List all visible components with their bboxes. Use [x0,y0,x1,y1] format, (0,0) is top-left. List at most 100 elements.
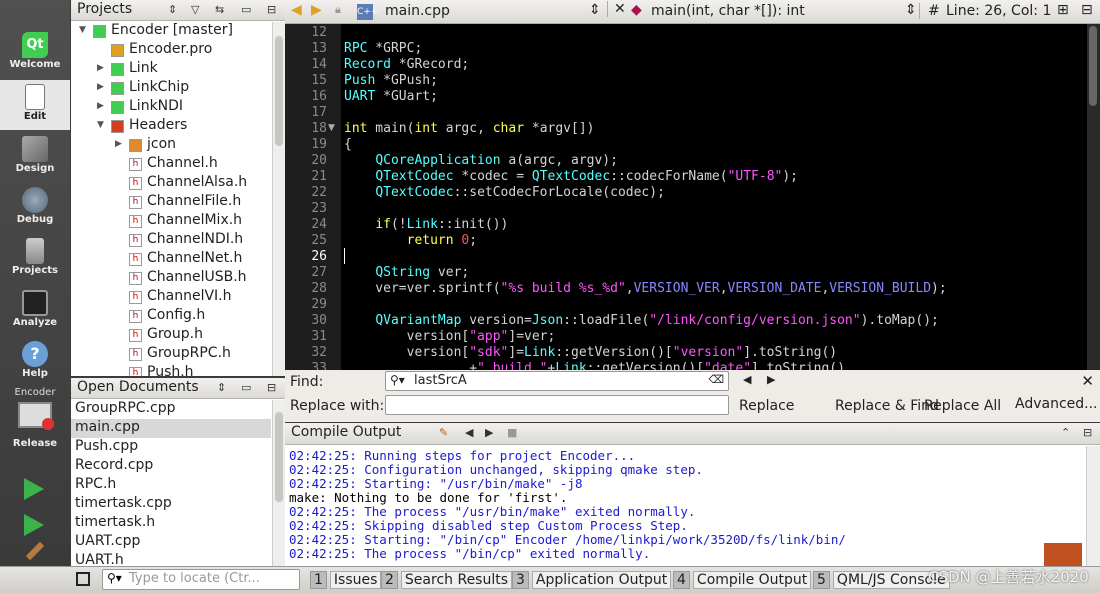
tree-item[interactable]: h GroupRPC.h [71,345,271,364]
split-icon[interactable]: ▭ [241,3,251,16]
compile-output-text[interactable]: 02:42:25: Running steps for project Enco… [285,446,1085,566]
tree-item[interactable]: h ChannelFile.h [71,193,271,212]
line-number: 19 [311,137,327,152]
editor-scrollbar[interactable] [1087,24,1100,370]
tab-issues[interactable]: 1 Issues [310,571,382,590]
close-document-icon[interactable]: ✕ [607,1,626,17]
mode-projects[interactable]: Projects [0,234,70,284]
collapsed-arrow-icon[interactable]: ▶ [97,82,104,92]
symbol-dropdown-icon[interactable]: ⇕ [905,2,917,18]
mode-edit[interactable]: Edit [0,80,70,130]
tree-item[interactable]: ▶ Link [71,60,271,79]
tab-compile-output[interactable]: 4 Compile Output [673,571,812,590]
toggle-sidebar-icon[interactable] [76,572,90,586]
mode-analyze[interactable]: Analyze [0,286,70,336]
open-document-item[interactable]: Record.cpp [71,457,271,476]
filter-icon[interactable]: ▽ [191,3,199,16]
view-selector-icon[interactable]: ⇕ [168,3,177,16]
tree-item[interactable]: Encoder.pro [71,41,271,60]
find-next-icon[interactable]: ▶ [767,373,775,386]
build-hammer-button[interactable] [25,541,45,561]
tree-item[interactable]: ▶ jcon [71,136,271,155]
debug-run-button[interactable] [24,514,44,536]
next-icon[interactable]: ▶ [485,426,493,439]
scrollbar-thumb[interactable] [275,36,283,146]
collapsed-arrow-icon[interactable]: ▶ [115,139,122,149]
back-icon[interactable]: ◀ [291,2,302,18]
run-button[interactable] [24,478,44,500]
open-document-item[interactable]: timertask.cpp [71,495,271,514]
collapsed-arrow-icon[interactable]: ▶ [97,101,104,111]
tree-item[interactable]: ▼ Encoder [master] [71,22,271,41]
editor-toolbar: ◀ ▶ 🔒︎ C++ main.cpp ⇕ ✕ ◆ main(int, char… [285,0,1100,24]
tree-item[interactable]: h Group.h [71,326,271,345]
close-icon[interactable]: ⊟ [1083,426,1092,439]
tree-item[interactable]: ▶ LinkNDI [71,98,271,117]
mode-debug[interactable]: Debug [0,183,70,233]
open-document-item[interactable]: RPC.h [71,476,271,495]
clean-icon[interactable]: ✎ [439,426,448,439]
tree-item[interactable]: h ChannelAlsa.h [71,174,271,193]
tree-item[interactable]: h Config.h [71,307,271,326]
replace-input[interactable] [385,395,729,415]
replace-all-button[interactable]: Replace All [924,398,1001,414]
cursor-position[interactable]: Line: 26, Col: 1 [946,3,1051,19]
advanced-button[interactable]: Advanced... [1015,396,1098,412]
close-icon[interactable]: ⊟ [1081,2,1093,18]
previous-icon[interactable]: ◀ [465,426,473,439]
project-tree-scrollbar[interactable] [272,22,285,376]
stop-icon[interactable]: ■ [507,426,517,439]
open-documents-scrollbar[interactable] [272,400,285,566]
maximize-icon[interactable]: ⌃ [1061,426,1070,439]
forward-icon[interactable]: ▶ [311,2,322,18]
close-find-icon[interactable]: ✕ [1081,372,1094,390]
tree-item[interactable]: h Channel.h [71,155,271,174]
find-input[interactable]: ⚲▾ lastSrcA ⌫ [385,371,729,391]
open-document-item[interactable]: timertask.h [71,514,271,533]
compile-output-scrollbar[interactable] [1086,446,1100,566]
sync-icon[interactable]: ⇆ [215,3,224,16]
header-file-icon: h [129,272,142,285]
open-document-item[interactable]: main.cpp [71,419,271,438]
locator-placeholder: Type to locate (Ctr... [129,571,260,586]
expanded-arrow-icon[interactable]: ▼ [79,25,86,35]
tree-item-label: Encoder [master] [111,22,233,38]
view-selector-icon[interactable]: ⇕ [217,381,226,394]
tree-item[interactable]: ▼ Headers [71,117,271,136]
mode-help[interactable]: ? Help [0,337,70,387]
expanded-arrow-icon[interactable]: ▼ [97,120,104,130]
open-document-item[interactable]: Push.cpp [71,438,271,457]
replace-button[interactable]: Replace [739,398,794,414]
tree-item[interactable]: h Push.h [71,364,271,376]
open-document-item[interactable]: UART.cpp [71,533,271,552]
code-editor[interactable]: 12 13 14 15 16 17 18 ▼ 19 20 21 22 23 24 25 26 27 28 29 30 3… [285,24,1100,370]
tab-application-output[interactable]: 3 Application Output [512,571,672,590]
tree-item[interactable]: ▶ LinkChip [71,79,271,98]
locator-input[interactable]: ⚲▾ Type to locate (Ctr... [102,569,300,590]
mode-selector: Qt Welcome Edit Design Debug Projects An… [0,0,70,566]
tab-search-results[interactable]: 2 Search Results [381,571,513,590]
open-document-item[interactable]: GroupRPC.cpp [71,400,271,419]
symbol-selector[interactable]: main(int, char *[]): int [651,3,805,19]
scrollbar-thumb[interactable] [1089,26,1097,106]
tree-item[interactable]: h ChannelMix.h [71,212,271,231]
split-icon[interactable]: ⊞ [1057,2,1069,18]
tree-item[interactable]: h ChannelUSB.h [71,269,271,288]
collapsed-arrow-icon[interactable]: ▶ [97,63,104,73]
scrollbar-thumb[interactable] [275,412,283,502]
tree-item[interactable]: h ChannelNDI.h [71,231,271,250]
file-dropdown-icon[interactable]: ⇕ [589,2,601,18]
find-previous-icon[interactable]: ◀ [743,373,751,386]
tree-item[interactable]: h ChannelNet.h [71,250,271,269]
tree-item[interactable]: h ChannelVI.h [71,288,271,307]
mode-design[interactable]: Design [0,132,70,182]
fold-marker-icon[interactable]: ▼ [328,123,335,133]
mode-welcome[interactable]: Qt Welcome [0,28,70,78]
open-document-item[interactable]: UART.h [71,552,271,566]
close-icon[interactable]: ⊟ [267,381,276,394]
clear-input-icon[interactable]: ⌫ [708,373,724,386]
build-target-selector[interactable] [18,402,54,430]
current-file-name[interactable]: main.cpp [385,3,450,19]
close-icon[interactable]: ⊟ [267,3,276,16]
split-icon[interactable]: ▭ [241,381,251,394]
